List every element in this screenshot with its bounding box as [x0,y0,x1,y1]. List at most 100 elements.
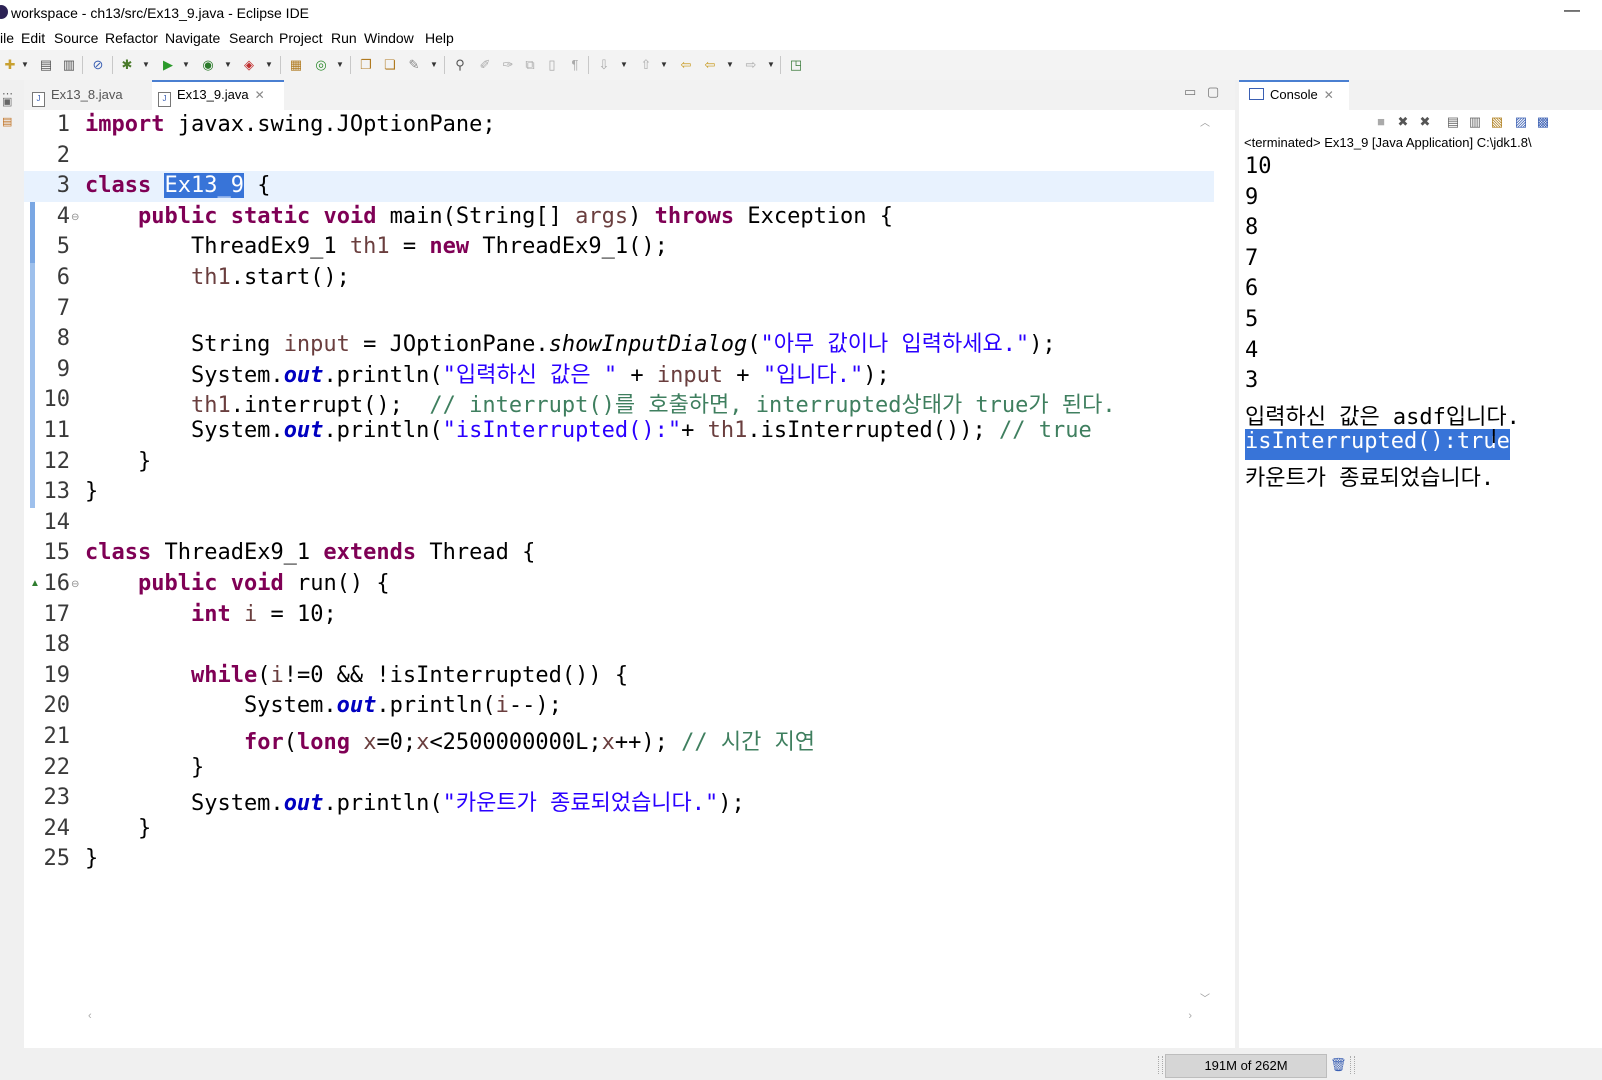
fold-toggle-icon[interactable]: ⊖ [71,212,79,223]
line-number: 3 [56,173,70,199]
new-icon[interactable]: ✚ [2,57,18,73]
toggle-block-icon[interactable]: ⧉ [522,57,538,73]
maximize-editor-icon[interactable]: ▢ [1207,84,1219,100]
code-token: "입니다." [762,362,864,388]
last-edit-icon[interactable]: ⇦ [678,57,694,73]
menu-file[interactable]: ile [0,30,14,46]
debug-dropdown-icon[interactable]: ▼ [142,57,150,73]
scroll-left-icon[interactable]: ‹ [88,1010,92,1022]
display-console-icon[interactable]: ▩ [1535,114,1551,130]
pin-console-icon[interactable]: ▨ [1513,114,1529,130]
menu-source[interactable]: Source [54,30,98,46]
forward-dropdown-icon[interactable]: ▼ [767,57,775,73]
scroll-up-icon[interactable]: ︿ [1200,114,1210,129]
new-package-icon[interactable]: ▦ [288,57,304,73]
coverage-dropdown-icon[interactable]: ▼ [224,57,232,73]
previous-edit-dropdown-icon[interactable]: ▼ [660,57,668,73]
external-tools-dropdown-icon[interactable]: ▼ [265,57,273,73]
code-token: // true [999,418,1092,443]
editor-tab-strip: J Ex13_8.java J Ex13_9.java ✕ ▭ ▢ [24,80,1235,110]
code-text-area[interactable]: 1 import javax.swing.JOptionPane; 2 3 class … [24,110,1214,1010]
code-line: 10 th1.interrupt(); // interrupt()를 호출하면… [24,385,1214,418]
search-icon[interactable]: ✎ [406,57,422,73]
menu-navigate[interactable]: Navigate [165,30,220,46]
toggle-mark-icon[interactable]: ✑ [500,57,516,73]
code-token: } [85,479,99,505]
next-edit-dropdown-icon[interactable]: ▼ [620,57,628,73]
scroll-lock-icon[interactable]: ▥ [1467,114,1483,130]
menu-project[interactable]: Project [279,30,323,46]
remove-launch-icon[interactable]: ✖ [1395,114,1411,130]
tab-console[interactable]: Console ✕ [1239,80,1349,110]
perspective-icon[interactable]: ◳ [788,57,804,73]
code-token: .isInterrupted()); [747,418,999,443]
line-number: 6 [56,265,70,290]
new-dropdown-icon[interactable]: ▼ [21,57,29,73]
new-class-icon[interactable]: ◎ [313,57,329,73]
terminate-icon[interactable]: ■ [1373,114,1389,130]
code-line: 20 System.out.println(i--); [24,691,1214,722]
coverage-icon[interactable]: ◉ [200,57,216,73]
fold-toggle-icon[interactable]: ⊖ [71,579,79,590]
next-edit-icon[interactable]: ⇩ [596,57,612,73]
skip-breakpoints-icon[interactable]: ⊘ [90,57,106,73]
text-cursor-icon: I [1491,426,1497,448]
save-all-icon[interactable]: ▥ [61,57,77,73]
menu-help[interactable]: Help [425,30,454,46]
package-explorer-icon[interactable]: ▣ [2,96,14,108]
menu-run[interactable]: Run [331,30,357,46]
back-icon[interactable]: ⇦ [702,57,718,73]
clear-console-icon[interactable]: ▤ [1445,114,1461,130]
word-wrap-icon[interactable]: ▧ [1489,114,1505,130]
console-tab-strip: Console ✕ [1239,80,1602,110]
close-tab-icon[interactable]: ✕ [255,88,265,102]
code-token: ( [257,662,271,688]
debug-icon[interactable]: ✱ [119,57,135,73]
code-token: System. [85,693,337,719]
line-number: 19 [43,662,71,688]
menu-window[interactable]: Window [364,30,414,46]
menu-refactor[interactable]: Refactor [105,30,158,46]
open-type-icon[interactable]: ❐ [358,57,374,73]
editor-horizontal-scrollbar[interactable]: ‹ › [84,1010,1196,1026]
heap-status[interactable]: 191M of 262M [1165,1054,1327,1078]
back-dropdown-icon[interactable]: ▼ [726,57,734,73]
close-tab-icon[interactable]: ✕ [1324,88,1334,102]
outline-icon[interactable]: ▤ [2,116,14,128]
save-icon[interactable]: ▤ [38,57,54,73]
annotation-icon[interactable]: ⚲ [452,57,468,73]
code-line: 24 } [24,814,1214,845]
line-number: 17 [43,601,71,627]
minimize-editor-icon[interactable]: ▭ [1184,84,1196,100]
open-task-icon[interactable]: ❏ [382,57,398,73]
next-annotation-icon[interactable]: ✐ [477,57,493,73]
code-text: } [85,755,204,780]
code-line: 17 int i = 10; [24,600,1214,631]
scroll-right-icon[interactable]: › [1188,1010,1192,1022]
editor-vertical-scrollbar[interactable]: ︿ ﹀ [1196,110,1214,1010]
scroll-down-icon[interactable]: ﹀ [1200,990,1210,1005]
search-dropdown-icon[interactable]: ▼ [430,57,438,73]
run-icon[interactable]: ▶ [160,57,176,73]
code-text: import javax.swing.JOptionPane; [85,112,496,137]
menu-edit[interactable]: Edit [21,30,45,46]
word-wrap-icon[interactable]: ▯ [544,57,560,73]
minimize-button[interactable]: — [1564,2,1580,20]
line-number: 22 [43,754,71,780]
previous-edit-icon[interactable]: ⇧ [638,57,654,73]
new-class-dropdown-icon[interactable]: ▼ [336,57,344,73]
show-whitespace-icon[interactable]: ¶ [567,57,583,73]
remove-all-launches-icon[interactable]: ✖ [1417,114,1433,130]
line-number: 11 [43,418,71,443]
code-token: while [190,662,258,688]
menu-search[interactable]: Search [229,30,273,46]
garbage-collect-icon[interactable]: 🗑 [1330,1057,1347,1073]
run-dropdown-icon[interactable]: ▼ [182,57,190,73]
tab-ex13-9[interactable]: J Ex13_9.java ✕ [152,80,284,110]
console-output-line: 입력하신 값은 asdf입니다. [1245,404,1520,430]
tab-ex13-8[interactable]: J Ex13_8.java [32,80,150,110]
external-tools-icon[interactable]: ◈ [241,57,257,73]
forward-icon[interactable]: ⇨ [743,57,759,73]
